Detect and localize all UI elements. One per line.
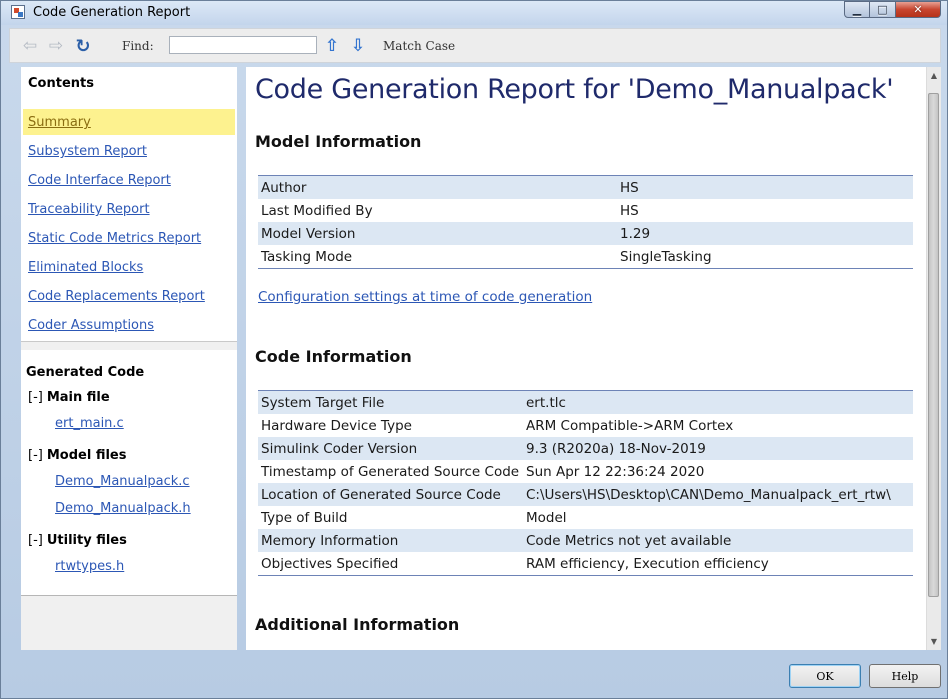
window-controls: ▁ □ ✕ <box>844 1 941 18</box>
table-row: System Target File ert.tlc <box>258 390 913 414</box>
match-case-option[interactable]: Match Case <box>383 39 455 53</box>
code-information-table: System Target File ert.tlc Hardware Devic… <box>258 390 913 576</box>
nav-link-code-replacements-report[interactable]: Code Replacements Report <box>23 283 235 309</box>
table-row: Location of Generated Source Code C:\User… <box>258 483 913 506</box>
table-row: Timestamp of Generated Source Code Sun Ap… <box>258 460 913 483</box>
find-next-icon[interactable]: ⇩ <box>348 36 368 56</box>
collapse-toggle-icon[interactable]: [-] <box>28 390 43 405</box>
report-content: Code Generation Report for 'Demo_Manualp… <box>246 67 926 650</box>
ok-button[interactable]: OK <box>789 664 861 688</box>
table-cell-value: SingleTasking <box>620 248 712 265</box>
minimize-icon: ▁ <box>852 3 862 16</box>
maximize-icon: □ <box>877 3 888 16</box>
collapse-toggle-icon[interactable]: [-] <box>28 533 43 548</box>
report-window: Code Generation Report ▁ □ ✕ ⇦ ⇨ ↻ Find:… <box>0 0 948 699</box>
table-row: Type of Build Model <box>258 506 913 529</box>
table-cell-label: Hardware Device Type <box>261 417 412 434</box>
table-row: Simulink Coder Version 9.3 (R2020a) 18-No… <box>258 437 913 460</box>
table-cell-label: Memory Information <box>258 529 523 552</box>
nav-link-code-interface-report[interactable]: Code Interface Report <box>23 167 235 193</box>
maximize-button[interactable]: □ <box>870 1 896 18</box>
table-cell-value: ert.tlc <box>523 390 913 414</box>
nav-link-traceability-report[interactable]: Traceability Report <box>23 196 235 222</box>
table-row: Objectives Specified RAM efficiency, Exec… <box>258 552 913 576</box>
generated-code-panel: Generated Code [-] Main file ert_main.c [… <box>21 350 237 596</box>
additional-information-heading: Additional Information <box>255 615 460 634</box>
table-cell-value: Model <box>526 509 567 526</box>
table-row: Author HS <box>258 175 913 199</box>
find-previous-icon[interactable]: ⇧ <box>322 36 342 56</box>
table-cell-label: Last Modified By <box>261 202 373 219</box>
model-information-heading: Model Information <box>255 132 422 151</box>
file-link-ert-main-c[interactable]: ert_main.c <box>55 416 124 431</box>
table-cell-label: Timestamp of Generated Source Code <box>261 463 520 480</box>
toolbar: ⇦ ⇨ ↻ Find: ⇧ ⇩ Match Case <box>9 28 941 63</box>
close-icon: ✕ <box>913 3 923 16</box>
table-cell-value: HS <box>617 175 913 199</box>
table-cell-value: C:\Users\HS\Desktop\CAN\Demo_Manualpack_… <box>523 483 913 506</box>
table-cell-value: HS <box>620 202 639 219</box>
table-cell-label: Location of Generated Source Code <box>258 483 523 506</box>
nav-link-coder-assumptions[interactable]: Coder Assumptions <box>23 312 235 338</box>
table-cell-label: Simulink Coder Version <box>258 437 523 460</box>
contents-panel: Contents Summary Subsystem Report Code I… <box>21 67 237 342</box>
refresh-icon[interactable]: ↻ <box>73 36 93 57</box>
title-bar[interactable]: Code Generation Report ▁ □ ✕ <box>1 1 947 25</box>
file-link-demo-manualpack-c[interactable]: Demo_Manualpack.c <box>55 474 190 489</box>
nav-link-eliminated-blocks[interactable]: Eliminated Blocks <box>23 254 235 280</box>
scroll-up-icon[interactable]: ▲ <box>927 67 941 84</box>
contents-heading: Contents <box>28 76 94 91</box>
table-cell-label: System Target File <box>258 390 523 414</box>
page-title: Code Generation Report for 'Demo_Manualp… <box>255 74 894 105</box>
configuration-settings-link[interactable]: Configuration settings at time of code g… <box>258 289 592 305</box>
group-model-files[interactable]: [-] Model files <box>28 448 126 463</box>
table-cell-label: Author <box>258 175 617 199</box>
table-cell-label: Objectives Specified <box>261 555 399 572</box>
window-title: Code Generation Report <box>33 5 191 20</box>
table-cell-label: Tasking Mode <box>261 248 353 265</box>
help-button[interactable]: Help <box>869 664 941 688</box>
nav-link-subsystem-report[interactable]: Subsystem Report <box>23 138 235 164</box>
table-cell-value: ARM Compatible->ARM Cortex <box>526 417 734 434</box>
table-cell-value: RAM efficiency, Execution efficiency <box>526 555 769 572</box>
vertical-scrollbar[interactable]: ▲ ▼ <box>926 67 941 650</box>
table-row: Model Version 1.29 <box>258 222 913 245</box>
nav-link-static-code-metrics-report[interactable]: Static Code Metrics Report <box>23 225 235 251</box>
table-row: Last Modified By HS <box>258 199 913 222</box>
find-label: Find: <box>122 39 154 53</box>
forward-arrow-icon[interactable]: ⇨ <box>46 36 66 56</box>
group-utility-files[interactable]: [-] Utility files <box>28 533 127 548</box>
group-label: Main file <box>46 390 110 405</box>
table-cell-value: 9.3 (R2020a) 18-Nov-2019 <box>523 437 913 460</box>
scrollbar-thumb[interactable] <box>928 93 939 597</box>
table-cell-value: Sun Apr 12 22:36:24 2020 <box>526 463 705 480</box>
model-information-table: Author HS Last Modified By HS Model Versio… <box>258 175 913 269</box>
table-cell-value: Code Metrics not yet available <box>523 529 913 552</box>
navigation-pane: Contents Summary Subsystem Report Code I… <box>21 67 237 650</box>
code-information-heading: Code Information <box>255 347 412 366</box>
scroll-down-icon[interactable]: ▼ <box>927 633 941 650</box>
table-row: Tasking Mode SingleTasking <box>258 245 913 269</box>
generated-code-heading: Generated Code <box>26 365 145 380</box>
file-link-rtwtypes-h[interactable]: rtwtypes.h <box>55 559 124 574</box>
file-link-demo-manualpack-h[interactable]: Demo_Manualpack.h <box>55 501 191 516</box>
collapse-toggle-icon[interactable]: [-] <box>28 448 43 463</box>
group-label: Model files <box>46 448 127 463</box>
table-cell-label: Model Version <box>258 222 617 245</box>
nav-link-summary[interactable]: Summary <box>23 109 235 135</box>
table-cell-label: Type of Build <box>261 509 348 526</box>
minimize-button[interactable]: ▁ <box>844 1 870 18</box>
table-row: Memory Information Code Metrics not yet a… <box>258 529 913 552</box>
back-arrow-icon[interactable]: ⇦ <box>20 36 40 56</box>
table-cell-value: 1.29 <box>617 222 913 245</box>
table-row: Hardware Device Type ARM Compatible->ARM … <box>258 414 913 437</box>
close-button[interactable]: ✕ <box>896 1 941 18</box>
find-input[interactable] <box>169 36 317 54</box>
group-label: Utility files <box>46 533 127 548</box>
app-icon <box>11 5 25 19</box>
group-main-file[interactable]: [-] Main file <box>28 390 110 405</box>
